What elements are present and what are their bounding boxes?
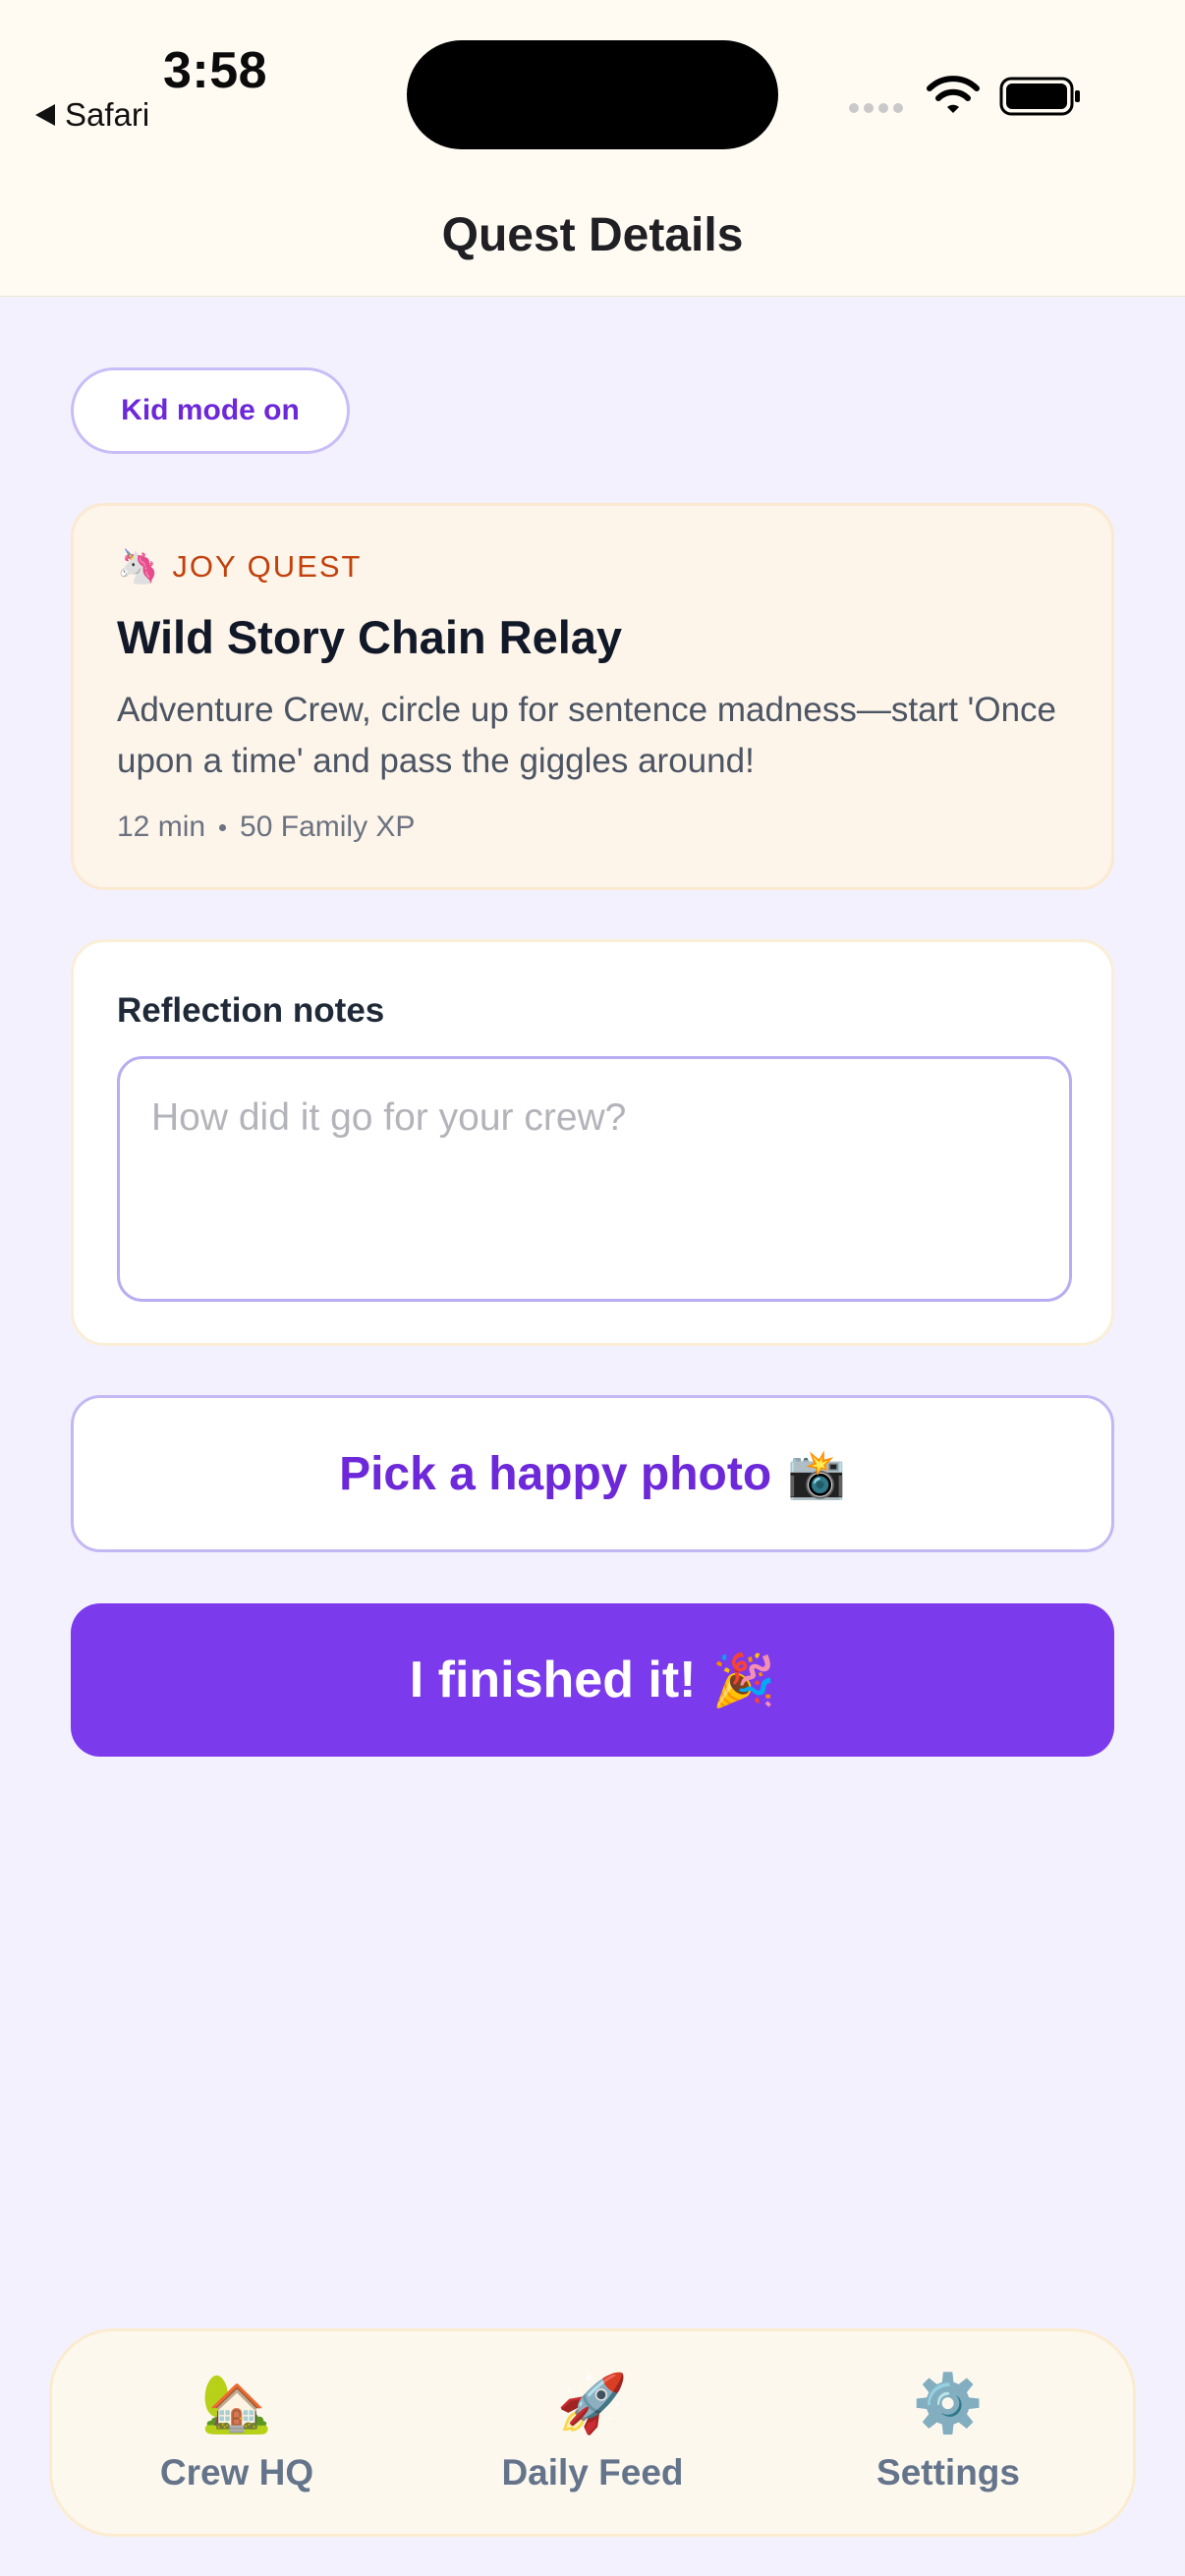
- battery-icon: [999, 77, 1080, 116]
- wifi-icon: [927, 76, 980, 113]
- back-to-safari-button[interactable]: Safari: [35, 96, 149, 134]
- kid-mode-toggle[interactable]: Kid mode on: [71, 367, 350, 454]
- quest-card: 🦄 JOY QUEST Wild Story Chain Relay Adven…: [71, 503, 1114, 890]
- pick-photo-button[interactable]: Pick a happy photo 📸: [71, 1395, 1114, 1552]
- dynamic-island: [407, 40, 778, 149]
- tab-bar: 🏡 Crew HQ 🚀 Daily Feed ⚙️ Settings: [49, 2328, 1136, 2537]
- tab-settings[interactable]: ⚙️ Settings: [817, 2331, 1080, 2534]
- quest-xp: 50 Family XP: [240, 811, 416, 843]
- camera-flash-icon: 📸: [787, 1448, 846, 1501]
- back-triangle-icon: [35, 104, 55, 126]
- quest-category: 🦄 JOY QUEST: [117, 549, 362, 585]
- cellular-signal-icon: [849, 103, 903, 113]
- finish-label: I finished it!: [409, 1652, 697, 1708]
- pick-photo-label: Pick a happy photo: [339, 1447, 772, 1500]
- finish-quest-button[interactable]: I finished it! 🎉: [71, 1603, 1114, 1757]
- status-time: 3:58: [163, 42, 268, 99]
- quest-meta: 12 min 50 Family XP: [117, 811, 415, 844]
- quest-title: Wild Story Chain Relay: [117, 611, 623, 663]
- tab-daily-feed[interactable]: 🚀 Daily Feed: [461, 2331, 724, 2534]
- tab-label: Settings: [876, 2452, 1020, 2492]
- rocket-icon: 🚀: [556, 2372, 629, 2436]
- top-bar: 3:58 Safari Quest Details: [0, 0, 1185, 297]
- reflection-notes-input[interactable]: [117, 1056, 1072, 1302]
- tab-crew-hq[interactable]: 🏡 Crew HQ: [105, 2331, 368, 2534]
- tab-label: Daily Feed: [501, 2452, 684, 2492]
- app-root: 3:58 Safari Quest Details Kid mode on 🦄 …: [0, 0, 1185, 2576]
- quest-description: Adventure Crew, circle up for sentence m…: [117, 691, 1057, 780]
- tab-label: Crew HQ: [159, 2452, 314, 2492]
- party-popper-icon: 🎉: [711, 1652, 776, 1709]
- quest-category-label: JOY QUEST: [172, 549, 363, 584]
- reflection-label: Reflection notes: [117, 991, 385, 1030]
- reflection-card: Reflection notes: [71, 939, 1114, 1346]
- unicorn-icon: 🦄: [117, 548, 159, 586]
- house-tree-icon: 🏡: [200, 2372, 273, 2436]
- back-label: Safari: [65, 96, 150, 133]
- gear-icon: ⚙️: [912, 2372, 985, 2436]
- separator-dot: [219, 823, 227, 831]
- quest-duration: 12 min: [117, 811, 206, 843]
- page-title: Quest Details: [441, 209, 744, 261]
